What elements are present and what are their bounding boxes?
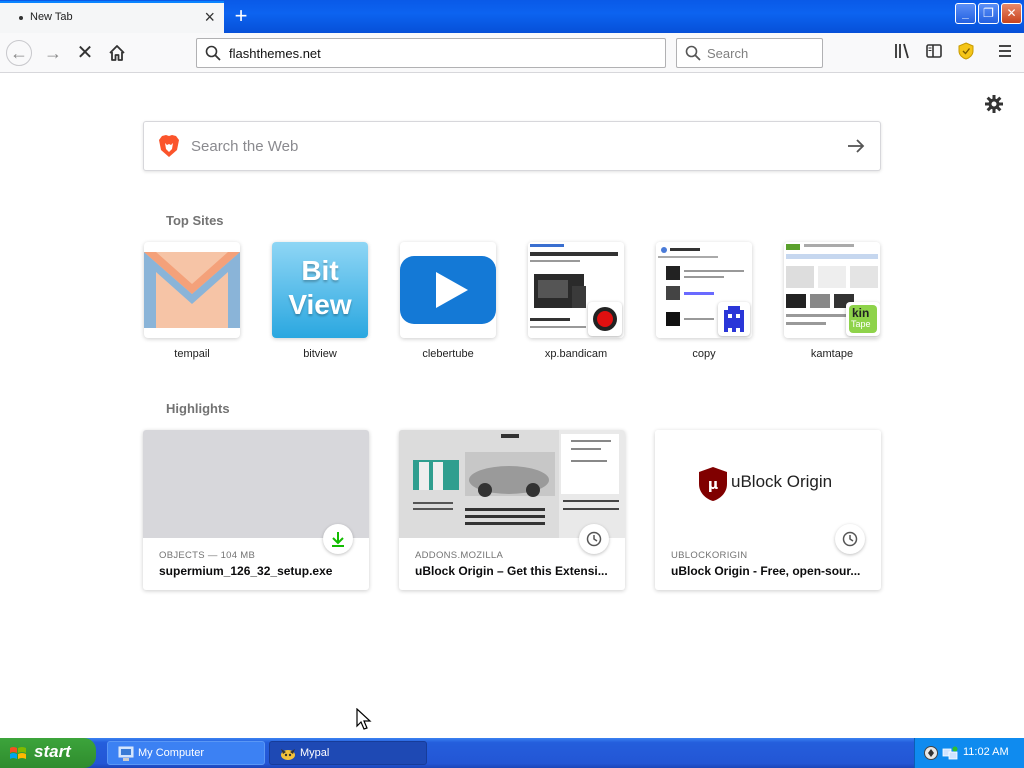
ublock-shield-icon: μ [699,467,727,501]
top-site-kamtape[interactable]: kin Tape kamtape [784,242,880,360]
back-button[interactable]: ← [6,40,32,66]
navigation-toolbar: ← → ✕ flashthemes.net Search [0,33,1024,73]
ublock-logo-text: uBlock Origin [731,472,833,491]
highlight-title: uBlock Origin - Free, open-sour... [671,564,861,578]
maximize-button[interactable]: ❐ [978,3,999,24]
bitview-logo-text: Bit View [288,255,352,320]
forward-button[interactable]: → [40,40,66,66]
tab-new-tab[interactable]: New Tab × [0,1,224,33]
search-placeholder: Search [707,46,749,61]
task-label: My Computer [138,747,205,759]
site-thumbnail [144,242,240,338]
taskbar: start My Computer Mypal 11:02 AM [0,738,1024,768]
site-favicon: kin Tape [846,302,880,336]
taskbar-clock: 11:02 AM [963,746,1009,758]
clock-icon [835,524,865,554]
start-label: start [34,742,71,761]
search-icon [685,45,701,61]
site-thumbnail [400,242,496,338]
taskbar-item-my-computer[interactable]: My Computer [107,741,265,765]
highlight-source: ADDONS.MOZILLA [415,550,504,561]
highlight-preview: μ uBlock Origin [655,430,881,538]
highlight-card[interactable]: μ uBlock Origin UBLOCKORIGIN uBlock Orig… [655,430,881,590]
site-label: clebertube [422,348,474,360]
sidebar-icon [926,44,942,58]
site-thumbnail [528,242,624,338]
sidebar-button[interactable] [923,42,945,64]
loading-dot-icon [19,16,23,20]
top-sites-heading: Top Sites [166,213,224,228]
task-label: Mypal [300,747,330,759]
gear-icon[interactable] [984,94,1004,114]
url-bar[interactable]: flashthemes.net [196,38,666,68]
search-bar[interactable]: Search [676,38,823,68]
library-icon [895,43,909,59]
home-button[interactable] [104,40,130,66]
taskbar-item-mypal[interactable]: Mypal [269,741,427,765]
web-search-placeholder: Search the Web [191,138,299,155]
my-computer-icon [118,746,134,761]
highlight-source: UBLOCKORIGIN [671,550,748,561]
highlight-preview [143,430,369,538]
top-site-bitview[interactable]: Bit View bitview [272,242,368,360]
home-icon [109,45,125,61]
site-thumbnail: Bit View [272,242,368,338]
download-icon [323,524,353,554]
site-label: copy [692,348,716,360]
extension-shield-button[interactable] [955,42,977,64]
network-icon[interactable] [942,745,958,761]
site-label: kamtape [810,348,854,360]
site-label: bitview [303,348,337,360]
tray-app-icon[interactable] [923,745,939,761]
url-text: flashthemes.net [229,46,321,61]
tab-strip: New Tab × + _ ❐ ✕ [0,0,1024,33]
web-search-box[interactable]: Search the Web [143,121,881,171]
mypal-icon [281,749,295,760]
library-button[interactable] [891,42,913,64]
new-tab-button[interactable]: + [229,3,253,29]
site-thumbnail [656,242,752,338]
tab-title: New Tab [30,11,73,23]
highlight-card[interactable]: ADDONS.MOZILLA uBlock Origin – Get this … [399,430,625,590]
highlight-preview [399,430,625,538]
start-button[interactable]: start [0,738,96,768]
menu-button[interactable] [994,42,1016,64]
svg-text:μ: μ [708,477,718,493]
bandicam-record-icon [593,307,617,331]
close-tab-icon[interactable]: × [204,7,215,27]
highlight-card[interactable]: OBJECTS — 104 MB supermium_126_32_setup.… [143,430,369,590]
windows-logo-icon [10,747,26,759]
gmail-envelope-icon [144,252,240,328]
highlight-title: uBlock Origin – Get this Extensi... [415,564,608,578]
site-label: tempail [174,348,210,360]
play-button-icon [400,256,496,324]
site-thumbnail: kin Tape [784,242,880,338]
site-favicon [718,302,750,336]
top-site-copy[interactable]: copy [656,242,752,360]
site-favicon [588,302,622,336]
search-icon [205,45,221,61]
highlights-heading: Highlights [166,401,230,416]
top-site-clebertube[interactable]: clebertube [400,242,496,360]
top-site-tempail[interactable]: tempail [144,242,240,360]
shield-icon [958,42,974,60]
close-window-button[interactable]: ✕ [1001,3,1022,24]
site-label: xp.bandicam [544,348,608,360]
kamtape-logo-icon: kin Tape [849,305,877,333]
highlight-source: OBJECTS — 104 MB [159,550,256,561]
brave-lion-icon [159,135,179,157]
pixel-ghost-icon [724,306,744,332]
stop-button[interactable]: ✕ [72,40,98,66]
system-tray: 11:02 AM [914,738,1024,768]
highlight-title: supermium_126_32_setup.exe [159,564,333,578]
minimize-button[interactable]: _ [955,3,976,24]
mouse-cursor-icon [356,708,372,730]
arrow-right-icon[interactable] [846,136,866,156]
clock-icon [579,524,609,554]
top-site-xp-bandicam[interactable]: xp.bandicam [528,242,624,360]
hamburger-menu-icon [999,45,1011,57]
